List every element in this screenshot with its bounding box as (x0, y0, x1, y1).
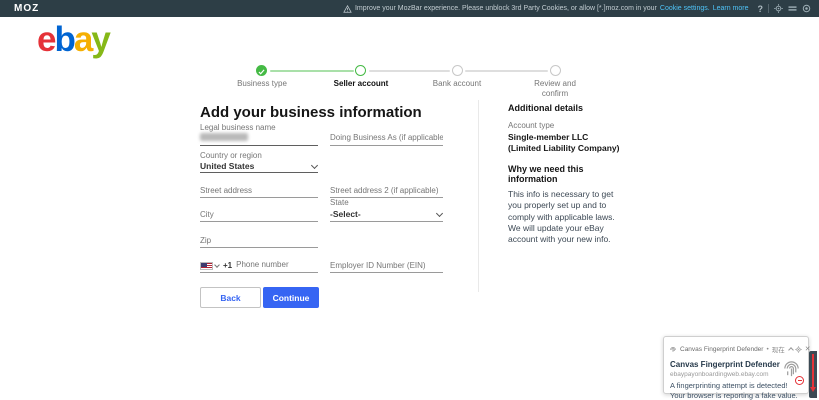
additional-details-heading: Additional details (508, 103, 621, 113)
zip-input[interactable] (200, 236, 318, 247)
state-select[interactable]: -Select- (330, 207, 443, 222)
popup-body: Canvas Fingerprint Defender ebaypayonboa… (664, 359, 808, 400)
stepper-connector-3 (465, 70, 548, 72)
chevron-down-icon (312, 163, 318, 169)
zip-field (200, 235, 318, 248)
why-heading: Why we need this information (508, 164, 621, 184)
scroll-marker-line (812, 354, 814, 387)
cookie-settings-link[interactable]: Cookie settings. (660, 5, 710, 12)
legal-business-name-label: Legal business name (200, 123, 318, 132)
chevron-down-icon (437, 211, 443, 217)
legal-business-name-input[interactable] (200, 132, 318, 146)
popup-header: Canvas Fingerprint Defender • 现在 ✕ (664, 337, 808, 359)
city-field (200, 209, 318, 222)
ebay-logo-letter-a: a (74, 20, 91, 59)
mozbar-message: Improve your MozBar experience. Please u… (355, 5, 657, 12)
state-value: -Select- (330, 209, 437, 219)
dba-field (330, 131, 443, 146)
back-button[interactable]: Back (200, 287, 261, 308)
ebay-logo[interactable]: ebay (37, 24, 109, 56)
dba-input[interactable] (330, 133, 443, 144)
ein-input[interactable] (330, 261, 443, 272)
popup-source: Canvas Fingerprint Defender (680, 346, 763, 353)
country-value: United States (200, 161, 312, 171)
edge-scrollbar[interactable] (809, 351, 817, 398)
additional-details-panel: Additional details Account type Single-m… (508, 103, 621, 245)
help-icon[interactable]: ? (758, 4, 764, 14)
ebay-logo-letter-e: e (37, 20, 54, 59)
warning-icon (343, 5, 352, 13)
street-address-2-input[interactable] (330, 186, 443, 197)
step-label-business-type: Business type (227, 79, 297, 89)
continue-button[interactable]: Continue (263, 287, 319, 308)
step-review-confirm-circle (550, 65, 561, 76)
phone-input[interactable] (236, 260, 318, 271)
mozbar-warning: Improve your MozBar experience. Please u… (343, 5, 749, 13)
step-label-seller-account: Seller account (326, 79, 396, 89)
account-type-value: Single-member LLC (Limited Liability Com… (508, 132, 621, 154)
mozbar: MOZ Improve your MozBar experience. Plea… (0, 0, 819, 17)
scroll-marker-arrow-icon (810, 387, 816, 392)
fingerprint-icon (782, 359, 801, 384)
why-text: This info is necessary to get you proper… (508, 189, 621, 245)
country-label: Country or region (200, 151, 318, 160)
mozbar-divider (768, 4, 769, 13)
country-field: Country or region United States (200, 151, 318, 173)
fingerprint-mini-icon (669, 340, 677, 358)
vertical-divider (478, 100, 479, 292)
check-icon (258, 62, 265, 80)
ebay-logo-letter-b: b (54, 20, 73, 59)
dial-code: +1 (223, 261, 232, 270)
street-address-input[interactable] (200, 186, 318, 197)
step-seller-account-circle (355, 65, 366, 76)
fingerprint-defender-popup: Canvas Fingerprint Defender • 现在 ✕ Canva… (663, 336, 809, 394)
state-field: State -Select- (330, 198, 443, 222)
phone-field: +1 (200, 259, 318, 273)
country-select[interactable]: United States (200, 160, 318, 173)
popup-settings-gear-icon[interactable] (795, 340, 802, 358)
popup-time: 现在 (772, 344, 785, 354)
us-flag-icon[interactable] (200, 262, 213, 270)
screen: MOZ Improve your MozBar experience. Plea… (0, 0, 819, 400)
ein-field (330, 260, 443, 273)
street-address-2-field (330, 185, 443, 198)
gear-icon[interactable] (774, 4, 783, 13)
legal-business-name-field: Legal business name (200, 123, 318, 146)
step-business-type-circle (256, 65, 267, 76)
mozbar-right: Improve your MozBar experience. Please u… (343, 4, 811, 14)
page-title: Add your business information (200, 104, 422, 121)
popup-meta-dot: • (766, 346, 768, 353)
stepper-connector-1 (270, 70, 354, 72)
stepper-connector-2 (369, 70, 450, 72)
moz-logo: MOZ (14, 3, 39, 14)
blocked-badge-icon (795, 376, 804, 385)
menu-icon[interactable] (788, 4, 797, 13)
account-type-label: Account type (508, 121, 621, 130)
step-bank-account-circle (452, 65, 463, 76)
popup-alert-line-2: Your browser is reporting a fake value. (670, 391, 808, 400)
power-icon[interactable] (802, 4, 811, 13)
state-label: State (330, 198, 443, 207)
street-address-field (200, 185, 318, 198)
city-input[interactable] (200, 210, 318, 221)
learn-more-link[interactable]: Learn more (713, 5, 749, 12)
chevron-down-icon[interactable] (215, 263, 220, 268)
step-label-bank-account: Bank account (422, 79, 492, 89)
step-label-review-confirm: Review and confirm (527, 79, 583, 99)
legal-business-name-redacted-value (200, 133, 248, 141)
ebay-logo-letter-y: y (91, 20, 108, 59)
